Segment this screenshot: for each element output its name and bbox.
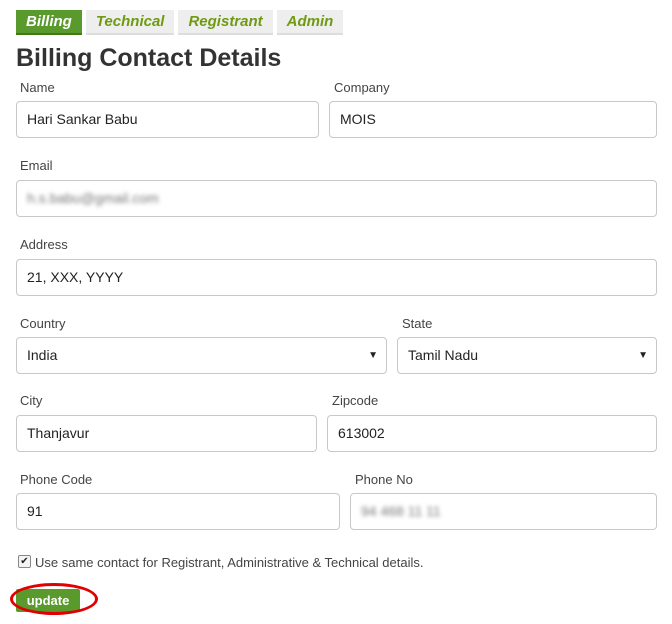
state-value: Tamil Nadu [408,347,479,363]
country-label: Country [20,316,66,331]
company-field[interactable]: MOIS [329,101,657,138]
zipcode-label: Zipcode [332,393,379,408]
phone-code-label: Phone Code [20,472,93,487]
state-select[interactable]: Tamil Nadu ▼ [397,337,657,374]
tab-admin[interactable]: Admin [276,10,344,35]
update-button[interactable]: update [16,589,80,612]
name-field[interactable]: Hari Sankar Babu [16,101,319,138]
company-label: Company [334,80,390,95]
name-label: Name [20,80,55,95]
tab-technical[interactable]: Technical [85,10,175,35]
tab-registrant[interactable]: Registrant [178,10,273,35]
phone-no-field[interactable]: 94 468 11 11 [350,493,657,530]
state-label: State [402,316,433,331]
chevron-down-icon: ▼ [638,350,648,361]
phone-no-value: 94 468 11 11 [361,503,441,519]
city-label: City [20,393,43,408]
address-field[interactable]: 21, XXX, YYYY [16,259,657,296]
phone-no-label: Phone No [355,472,413,487]
email-field[interactable]: h.s.babu@gmail.com [16,180,657,217]
page-title: Billing Contact Details [16,44,282,72]
city-field[interactable]: Thanjavur [16,415,317,452]
email-value: h.s.babu@gmail.com [27,190,159,206]
tab-billing[interactable]: Billing [16,10,82,35]
chevron-down-icon: ▼ [368,350,378,361]
tab-bar: Billing Technical Registrant Admin [16,10,347,35]
country-value: India [27,347,58,363]
same-contact-label: Use same contact for Registrant, Adminis… [35,555,424,570]
zipcode-field[interactable]: 613002 [327,415,657,452]
phone-code-field[interactable]: 91 [16,493,340,530]
country-select[interactable]: India ▼ [16,337,387,374]
email-label: Email [20,158,53,173]
address-label: Address [20,237,68,252]
same-contact-checkbox[interactable]: ✔ [18,555,31,568]
